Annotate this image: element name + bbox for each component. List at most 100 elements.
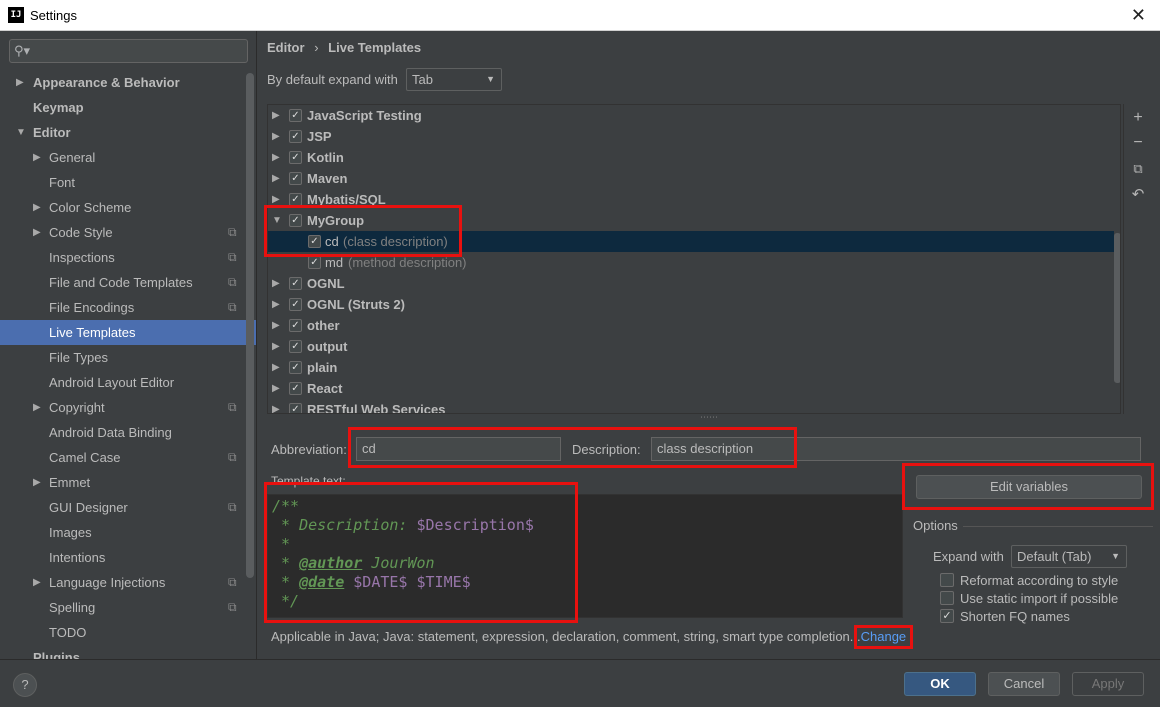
chevron-right-icon: ▶ <box>272 299 280 310</box>
sidebar-item-emmet[interactable]: ▶ Emmet <box>0 470 245 495</box>
help-button[interactable]: ? <box>13 673 37 697</box>
tree-toolbar: + − ⧉ ↶ <box>1123 104 1151 414</box>
expand-with-option-dropdown[interactable]: Default (Tab) ▼ <box>1011 545 1127 568</box>
tree-row-restful[interactable]: ▶ ✓ RESTful Web Services <box>268 399 1114 414</box>
chevron-down-icon: ▼ <box>16 127 26 138</box>
tree-row-mybatis-sql[interactable]: ▶ ✓ Mybatis/SQL <box>268 189 1114 210</box>
tree-row-ognl-struts[interactable]: ▶ ✓ OGNL (Struts 2) <box>268 294 1114 315</box>
tree-row-plain[interactable]: ▶ ✓ plain <box>268 357 1114 378</box>
sidebar-item-appearance[interactable]: ▶ Appearance & Behavior <box>0 70 245 95</box>
tree-scrollbar[interactable] <box>1114 233 1120 383</box>
sidebar-item-file-code-templates[interactable]: File and Code Templates ⧉ <box>0 270 245 295</box>
chevron-right-icon: ▶ <box>272 152 280 163</box>
project-copy-icon: ⧉ <box>228 275 237 289</box>
sidebar-item-intentions[interactable]: Intentions <box>0 545 245 570</box>
chevron-right-icon: ▶ <box>272 404 280 414</box>
expand-with-option-label: Expand with <box>933 549 1004 564</box>
sidebar-item-font[interactable]: Font <box>0 170 245 195</box>
breadcrumb: Editor › Live Templates <box>267 40 422 55</box>
reformat-checkbox[interactable] <box>940 573 954 587</box>
abbreviation-field[interactable]: cd <box>356 437 561 461</box>
change-context-link[interactable]: Change <box>861 629 907 644</box>
sidebar-item-file-encodings[interactable]: File Encodings ⧉ <box>0 295 245 320</box>
project-copy-icon: ⧉ <box>228 225 237 239</box>
sidebar-item-general[interactable]: ▶ General <box>0 145 245 170</box>
tree-row-javascript-testing[interactable]: ▶ ✓ JavaScript Testing <box>268 105 1114 126</box>
tree-row-mygroup[interactable]: ▼ ✓ MyGroup <box>268 210 1114 231</box>
sidebar-item-file-types[interactable]: File Types <box>0 345 245 370</box>
sidebar-item-gui-designer[interactable]: GUI Designer ⧉ <box>0 495 245 520</box>
group-checkbox[interactable]: ✓ <box>289 193 302 206</box>
tree-row-kotlin[interactable]: ▶ ✓ Kotlin <box>268 147 1114 168</box>
expand-with-label: By default expand with <box>267 72 398 87</box>
group-checkbox[interactable]: ✓ <box>289 403 302 413</box>
search-input[interactable]: ⚲▾ <box>9 39 248 63</box>
tree-row-cd[interactable]: ✓ cd (class description) <box>268 231 1114 252</box>
cancel-button[interactable]: Cancel <box>988 672 1060 696</box>
chevron-down-icon: ▼ <box>272 215 282 226</box>
group-checkbox[interactable]: ✓ <box>289 277 302 290</box>
options-title: Options <box>913 518 958 533</box>
static-import-label: Use static import if possible <box>960 591 1119 606</box>
description-field[interactable]: class description <box>651 437 1141 461</box>
dialog-button-bar: ? OK Cancel Apply <box>0 659 1160 707</box>
copy-icon[interactable]: ⧉ <box>1130 161 1146 177</box>
tree-row-maven[interactable]: ▶ ✓ Maven <box>268 168 1114 189</box>
restore-icon[interactable]: ↶ <box>1130 187 1146 203</box>
tree-row-other[interactable]: ▶ ✓ other <box>268 315 1114 336</box>
apply-button[interactable]: Apply <box>1072 672 1144 696</box>
remove-icon[interactable]: − <box>1130 135 1146 151</box>
template-checkbox[interactable]: ✓ <box>308 256 321 269</box>
splitter-handle[interactable]: ⋯⋯ <box>700 412 718 423</box>
live-templates-panel: Editor › Live Templates By default expan… <box>258 31 1160 659</box>
sidebar-item-spelling[interactable]: Spelling ⧉ <box>0 595 245 620</box>
tree-row-ognl[interactable]: ▶ ✓ OGNL <box>268 273 1114 294</box>
chevron-right-icon: ▶ <box>272 341 280 352</box>
sidebar-item-live-templates[interactable]: Live Templates <box>0 320 256 345</box>
static-import-checkbox[interactable] <box>940 591 954 605</box>
template-text-editor[interactable]: /** * Description: $Description$ * * @au… <box>267 494 903 618</box>
chevron-right-icon: ▶ <box>272 320 280 331</box>
group-checkbox[interactable]: ✓ <box>289 172 302 185</box>
chevron-right-icon: ▶ <box>272 173 280 184</box>
sidebar-item-camel-case[interactable]: Camel Case ⧉ <box>0 445 245 470</box>
group-checkbox[interactable]: ✓ <box>289 340 302 353</box>
tree-row-md[interactable]: ✓ md (method description) <box>268 252 1114 273</box>
tree-row-jsp[interactable]: ▶ ✓ JSP <box>268 126 1114 147</box>
sidebar-item-copyright[interactable]: ▶ Copyright ⧉ <box>0 395 245 420</box>
tree-row-output[interactable]: ▶ ✓ output <box>268 336 1114 357</box>
chevron-right-icon: ▶ <box>16 77 24 88</box>
group-checkbox[interactable]: ✓ <box>289 361 302 374</box>
template-checkbox[interactable]: ✓ <box>308 235 321 248</box>
project-copy-icon: ⧉ <box>228 600 237 614</box>
sidebar-item-android-data-binding[interactable]: Android Data Binding <box>0 420 245 445</box>
chevron-right-icon: ▶ <box>33 202 41 213</box>
group-checkbox[interactable]: ✓ <box>289 109 302 122</box>
group-checkbox[interactable]: ✓ <box>289 319 302 332</box>
add-icon[interactable]: + <box>1130 110 1146 126</box>
group-checkbox[interactable]: ✓ <box>289 382 302 395</box>
sidebar-item-plugins[interactable]: Plugins <box>0 645 245 659</box>
close-icon[interactable]: ✕ <box>1131 5 1146 25</box>
sidebar-scrollbar[interactable] <box>246 73 254 578</box>
sidebar-item-android-layout-editor[interactable]: Android Layout Editor <box>0 370 245 395</box>
group-checkbox[interactable]: ✓ <box>289 130 302 143</box>
group-checkbox[interactable]: ✓ <box>289 151 302 164</box>
ok-button[interactable]: OK <box>904 672 976 696</box>
sidebar-item-language-injections[interactable]: ▶ Language Injections ⧉ <box>0 570 245 595</box>
search-icon: ⚲▾ <box>14 43 31 58</box>
group-checkbox[interactable]: ✓ <box>289 214 302 227</box>
sidebar-item-images[interactable]: Images <box>0 520 245 545</box>
chevron-right-icon: ▶ <box>33 402 41 413</box>
sidebar-item-color-scheme[interactable]: ▶ Color Scheme <box>0 195 245 220</box>
group-checkbox[interactable]: ✓ <box>289 298 302 311</box>
tree-row-react[interactable]: ▶ ✓ React <box>268 378 1114 399</box>
sidebar-item-code-style[interactable]: ▶ Code Style ⧉ <box>0 220 245 245</box>
sidebar-item-keymap[interactable]: Keymap <box>0 95 245 120</box>
sidebar-item-todo[interactable]: TODO <box>0 620 245 645</box>
edit-variables-button[interactable]: Edit variables <box>916 475 1142 499</box>
shorten-fq-checkbox[interactable]: ✓ <box>940 609 954 623</box>
sidebar-item-inspections[interactable]: Inspections ⧉ <box>0 245 245 270</box>
expand-with-dropdown[interactable]: Tab ▼ <box>406 68 502 91</box>
sidebar-item-editor[interactable]: ▼ Editor <box>0 120 245 145</box>
